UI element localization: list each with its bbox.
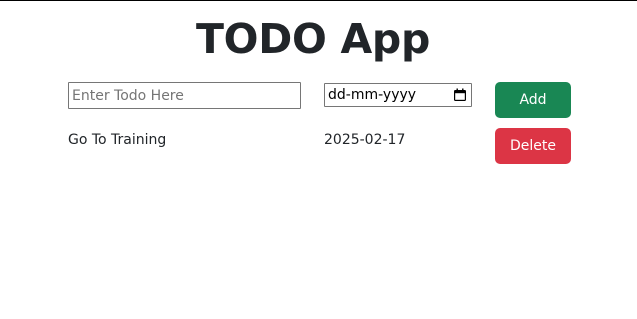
todo-item-title: Go To Training bbox=[68, 132, 167, 148]
todo-item-date: 2025-02-17 bbox=[324, 132, 406, 148]
page-title: TODO App bbox=[195, 15, 430, 63]
date-input-placeholder: dd-mm-yyyy bbox=[328, 87, 417, 103]
todo-date-input[interactable]: dd-mm-yyyy bbox=[324, 83, 472, 107]
todo-title-input[interactable] bbox=[68, 82, 301, 109]
calendar-icon[interactable] bbox=[453, 88, 467, 102]
add-button[interactable]: Add bbox=[495, 82, 571, 118]
delete-button[interactable]: Delete bbox=[495, 128, 571, 164]
app-frame: TODO App dd-mm-yyyy Add Go To Training 2… bbox=[0, 0, 637, 319]
